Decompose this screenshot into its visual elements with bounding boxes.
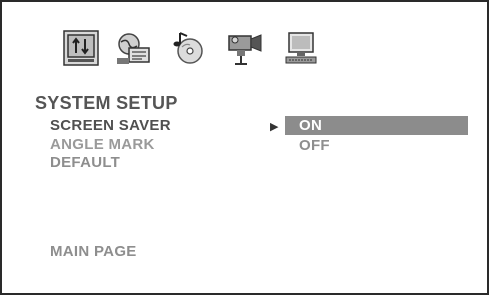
menu-item-default[interactable]: DEFAULT [50,154,120,171]
menu-item-angle-mark[interactable]: ANGLE MARK [50,136,155,153]
audio-setup-icon[interactable] [171,30,207,66]
osd-setup-screen: SYSTEM SETUP SCREEN SAVER ANGLE MARK DEF… [0,0,489,295]
language-setup-icon[interactable] [115,30,151,66]
option-off[interactable]: OFF [299,137,330,154]
preference-setup-icon[interactable] [283,30,319,66]
system-setup-icon[interactable] [63,30,99,66]
video-setup-icon[interactable] [227,30,263,66]
option-on[interactable]: ON [285,116,468,135]
menu-item-screen-saver[interactable]: SCREEN SAVER [50,117,171,134]
main-page-link[interactable]: MAIN PAGE [50,243,137,260]
selection-pointer-icon: ▶ [270,121,279,133]
page-title: SYSTEM SETUP [35,93,178,113]
